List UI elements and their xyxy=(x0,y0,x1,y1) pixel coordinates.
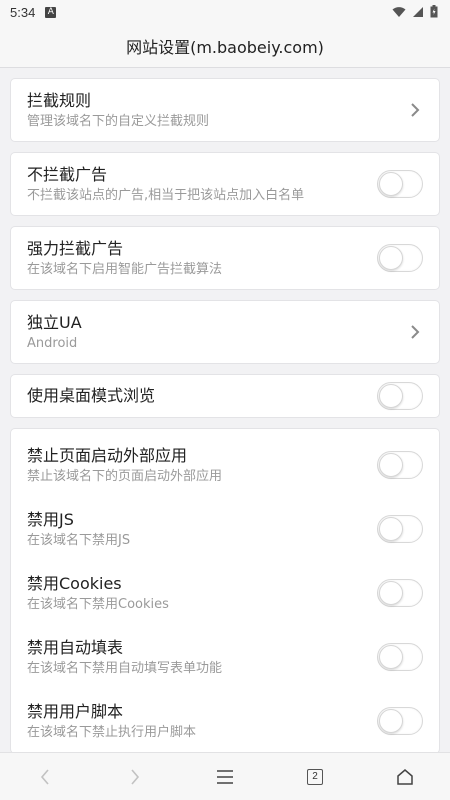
card-desktop-mode: 使用桌面模式浏览 xyxy=(10,374,440,418)
disable-js-row: 禁用JS 在该域名下禁用JS xyxy=(11,497,439,561)
chevron-right-icon xyxy=(131,768,140,785)
tab-count: 2 xyxy=(307,768,323,785)
toggle-knob xyxy=(379,581,403,605)
toggle-knob xyxy=(379,384,403,408)
block-external-apps-toggle[interactable] xyxy=(377,451,423,479)
home-button[interactable] xyxy=(385,757,425,797)
toggle-knob xyxy=(379,172,403,196)
disable-cookies-row: 禁用Cookies 在该域名下禁用Cookies xyxy=(11,561,439,625)
menu-button[interactable] xyxy=(205,757,245,797)
row-label: 禁用用户脚本 xyxy=(27,701,124,721)
toggle-knob xyxy=(379,246,403,270)
disable-cookies-toggle[interactable] xyxy=(377,579,423,607)
chevron-right-icon xyxy=(411,325,420,339)
wifi-icon xyxy=(392,6,406,17)
desktop-mode-row: 使用桌面模式浏览 xyxy=(11,375,439,417)
page-header: 网站设置(m.baobeiy.com) xyxy=(0,24,450,68)
block-external-apps-row: 禁止页面启动外部应用 禁止该域名下的页面启动外部应用 xyxy=(11,433,439,497)
independent-ua-row[interactable]: 独立UA Android xyxy=(11,301,439,363)
home-icon xyxy=(397,768,413,785)
back-button[interactable] xyxy=(25,757,65,797)
disable-autofill-toggle[interactable] xyxy=(377,643,423,671)
allow-ads-toggle[interactable] xyxy=(377,170,423,198)
card-independent-ua: 独立UA Android xyxy=(10,300,440,364)
menu-icon xyxy=(217,769,233,784)
forward-button[interactable] xyxy=(115,757,155,797)
row-label: 禁用JS xyxy=(27,509,74,529)
desktop-mode-toggle[interactable] xyxy=(377,382,423,410)
chevron-right-icon xyxy=(411,103,420,117)
card-allow-ads: 不拦截广告 不拦截该站点的广告,相当于把该站点加入白名单 xyxy=(10,152,440,216)
chevron-left-icon xyxy=(40,768,49,785)
disable-js-toggle[interactable] xyxy=(377,515,423,543)
disable-autofill-row: 禁用自动填表 在该域名下禁用自动填写表单功能 xyxy=(11,625,439,689)
toggle-knob xyxy=(379,645,403,669)
battery-icon xyxy=(430,5,438,18)
allow-ads-row: 不拦截广告 不拦截该站点的广告,相当于把该站点加入白名单 xyxy=(11,153,439,215)
row-sub: 不拦截该站点的广告,相当于把该站点加入白名单 xyxy=(27,187,305,203)
row-label: 禁用自动填表 xyxy=(27,637,124,657)
card-disable-group: 禁止页面启动外部应用 禁止该域名下的页面启动外部应用 禁用JS 在该域名下禁用J… xyxy=(10,428,440,754)
card-strong-block: 强力拦截广告 在该域名下启用智能广告拦截算法 xyxy=(10,226,440,290)
row-sub: Android xyxy=(27,335,78,351)
status-bar: 5:34 A xyxy=(0,0,450,24)
toggle-knob xyxy=(379,453,403,477)
row-sub: 在该域名下禁用JS xyxy=(27,532,131,548)
disable-userscript-row: 禁用用户脚本 在该域名下禁止执行用户脚本 xyxy=(11,689,439,753)
row-label: 拦截规则 xyxy=(27,90,92,110)
row-label: 禁止页面启动外部应用 xyxy=(27,445,188,465)
row-label: 使用桌面模式浏览 xyxy=(27,386,156,405)
block-rules-row[interactable]: 拦截规则 管理该域名下的自定义拦截规则 xyxy=(11,79,439,141)
toggle-knob xyxy=(379,517,403,541)
card-block-rules: 拦截规则 管理该域名下的自定义拦截规则 xyxy=(10,78,440,142)
row-sub: 禁止该域名下的页面启动外部应用 xyxy=(27,468,223,484)
row-sub: 在该域名下禁止执行用户脚本 xyxy=(27,724,197,740)
row-label: 独立UA xyxy=(27,312,82,332)
disable-userscript-toggle[interactable] xyxy=(377,707,423,735)
signal-icon xyxy=(413,6,423,17)
status-time: 5:34 xyxy=(10,4,36,20)
toggle-knob xyxy=(379,709,403,733)
page-title: 网站设置(m.baobeiy.com) xyxy=(126,37,324,57)
row-sub: 管理该域名下的自定义拦截规则 xyxy=(27,113,210,129)
settings-list: 拦截规则 管理该域名下的自定义拦截规则 不拦截广告 不拦截该站点的广告,相当于把… xyxy=(0,68,450,754)
row-sub: 在该域名下禁用Cookies xyxy=(27,596,169,612)
row-sub: 在该域名下禁用自动填写表单功能 xyxy=(27,660,223,676)
row-label: 不拦截广告 xyxy=(27,164,108,184)
strong-block-toggle[interactable] xyxy=(377,244,423,272)
notification-icon: A xyxy=(45,6,57,18)
row-sub: 在该域名下启用智能广告拦截算法 xyxy=(27,261,223,277)
tabs-button[interactable]: 2 xyxy=(295,757,335,797)
bottom-toolbar: 2 xyxy=(0,752,450,800)
strong-block-row: 强力拦截广告 在该域名下启用智能广告拦截算法 xyxy=(11,227,439,289)
row-label: 禁用Cookies xyxy=(27,573,122,593)
row-label: 强力拦截广告 xyxy=(27,238,124,258)
